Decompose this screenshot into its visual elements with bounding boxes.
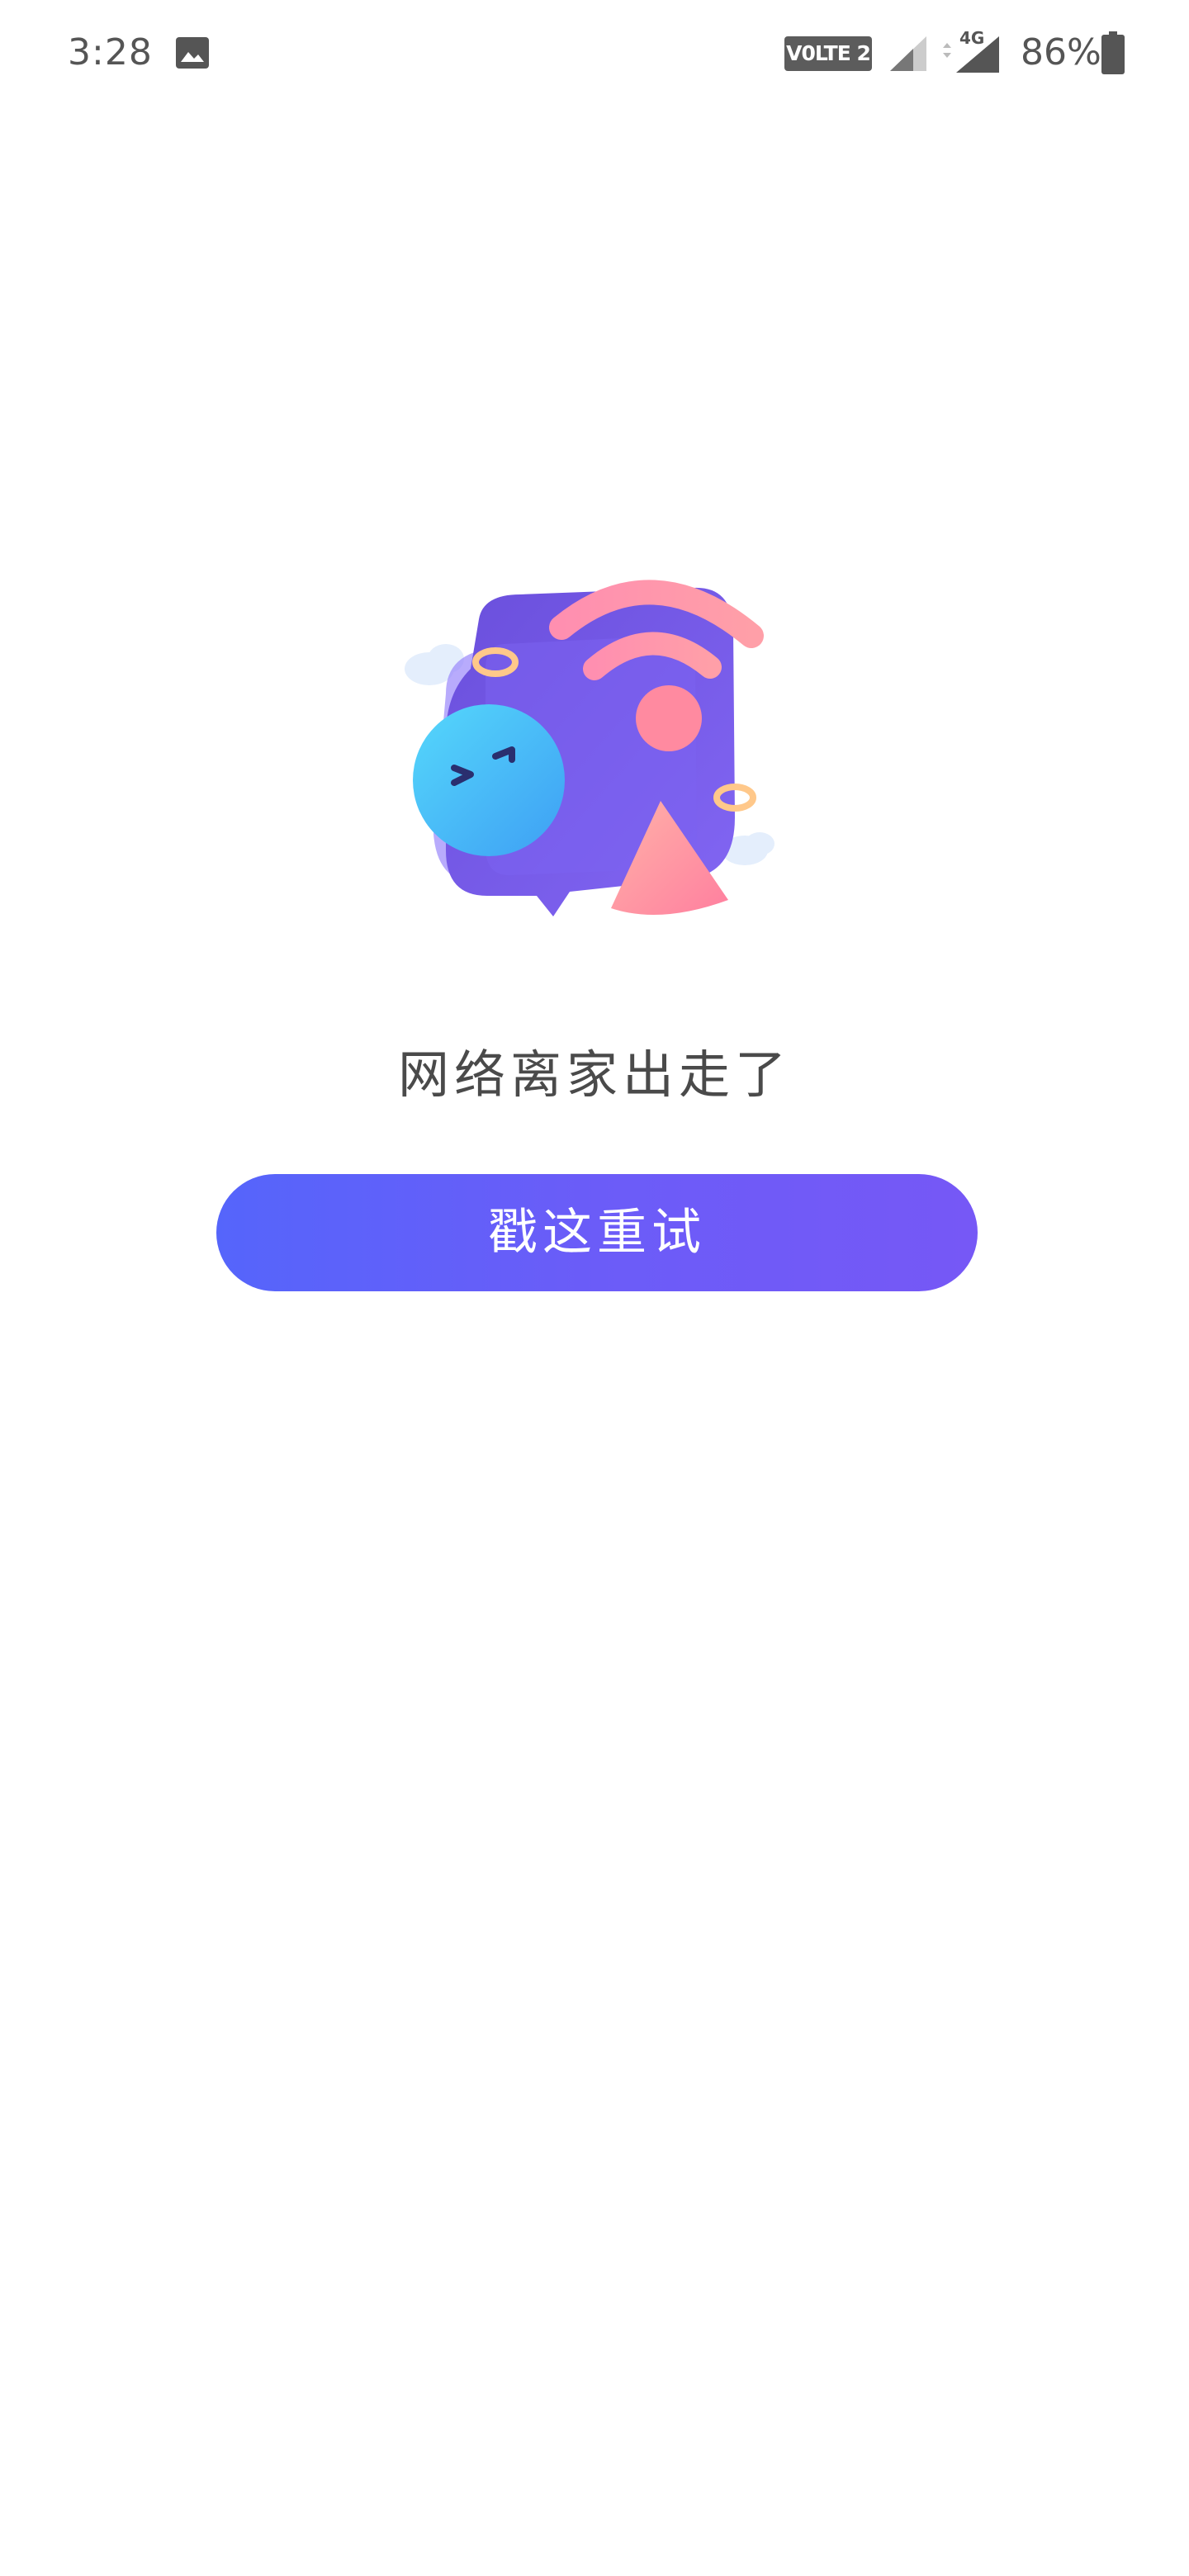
status-bar: 3:28 V0LTE 2 4G 86% [0,0,1189,107]
network-type-label: 4G [959,28,985,48]
volte-badge: V0LTE 2 [784,36,872,71]
battery-icon [1101,31,1125,74]
error-message: 网络离家出走了 [397,1044,791,1105]
network-offline-illustration [405,580,775,916]
cell-signal-icon [890,36,926,71]
status-time: 3:28 [68,31,153,73]
image-icon [176,37,209,69]
retry-button[interactable]: 戳这重试 [216,1174,978,1291]
battery-percent: 86% [1021,31,1101,73]
